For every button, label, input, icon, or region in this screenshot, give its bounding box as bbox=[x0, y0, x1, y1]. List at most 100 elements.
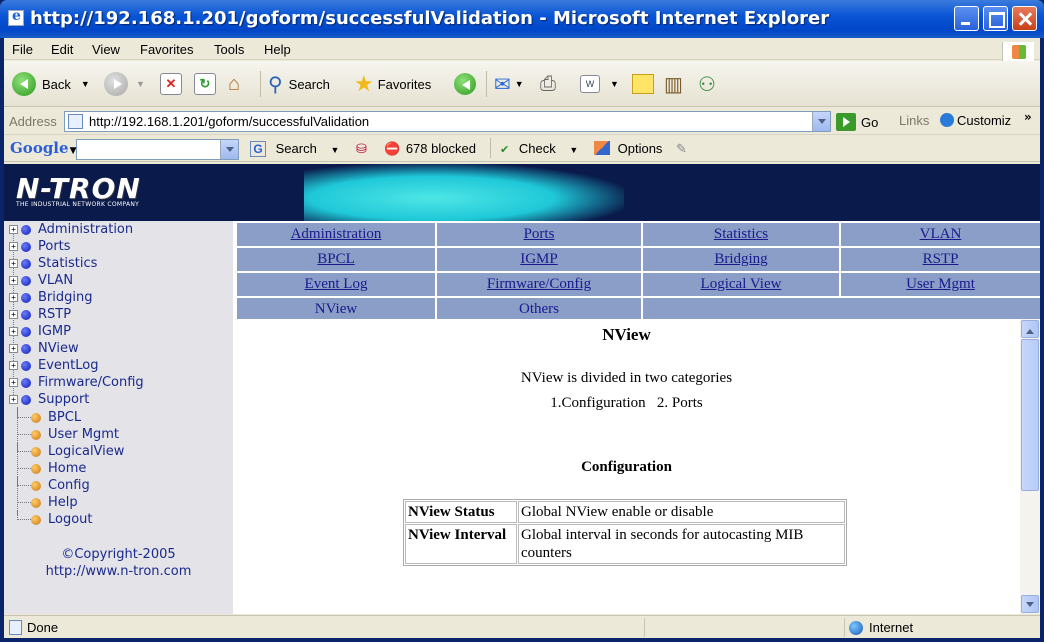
tree-label: Administration bbox=[38, 222, 134, 237]
google-search-dropdown-icon[interactable] bbox=[220, 140, 238, 159]
customize-link[interactable]: Customiz bbox=[940, 113, 1011, 128]
refresh-button[interactable]: ↻ bbox=[194, 70, 216, 98]
tree-item-administration[interactable]: + Administration bbox=[9, 221, 133, 238]
back-dropdown-icon[interactable]: ▼ bbox=[81, 79, 90, 89]
tree-item-nview[interactable]: + NView bbox=[9, 340, 79, 357]
options-button[interactable]: Options bbox=[594, 141, 662, 156]
tree-item-home[interactable]: Home bbox=[17, 460, 86, 477]
google-logo[interactable]: Google▼ bbox=[10, 139, 76, 157]
menu-help[interactable]: Help bbox=[264, 42, 291, 57]
tree-item-ports[interactable]: + Ports bbox=[9, 238, 71, 255]
website-link[interactable]: http://www.n-tron.com bbox=[4, 564, 233, 579]
tree-item-config[interactable]: Config bbox=[17, 477, 90, 494]
tree-item-logout[interactable]: Logout bbox=[17, 511, 93, 528]
edit-button[interactable]: W ▼ bbox=[580, 70, 619, 98]
forward-dropdown-icon[interactable]: ▼ bbox=[136, 79, 145, 89]
nav-event-log[interactable]: Event Log bbox=[237, 273, 435, 296]
menu-view[interactable]: View bbox=[92, 42, 120, 57]
nav-rstp[interactable]: RSTP bbox=[841, 248, 1040, 271]
nav-ports[interactable]: Ports bbox=[437, 223, 641, 246]
research-icon: ▥ bbox=[664, 73, 683, 96]
tree-item-bpcl[interactable]: BPCL bbox=[17, 409, 81, 426]
pagerank-icon[interactable]: ⛁ bbox=[356, 141, 367, 157]
address-url[interactable]: http://192.168.1.201/goform/successfulVa… bbox=[89, 114, 369, 129]
spellcheck-button[interactable]: ✔ Check ▼ bbox=[500, 141, 578, 156]
tree-item-help[interactable]: Help bbox=[17, 494, 78, 511]
address-dropdown-icon[interactable] bbox=[812, 112, 830, 131]
messenger-button[interactable]: ⚇ bbox=[698, 70, 716, 98]
nav-statistics[interactable]: Statistics bbox=[643, 223, 839, 246]
discuss-button[interactable] bbox=[632, 70, 654, 98]
expand-icon[interactable]: + bbox=[9, 225, 18, 234]
search-button[interactable]: ⚲ Search bbox=[268, 70, 330, 98]
expand-icon[interactable]: + bbox=[9, 344, 18, 353]
tree-item-user-mgmt[interactable]: User Mgmt bbox=[17, 426, 119, 443]
google-search-button[interactable]: G Search ▼ bbox=[250, 141, 339, 157]
menu-favorites[interactable]: Favorites bbox=[140, 42, 193, 57]
maximize-button[interactable] bbox=[983, 6, 1008, 31]
expand-icon[interactable]: + bbox=[9, 327, 18, 336]
nav-logical-view[interactable]: Logical View bbox=[643, 273, 839, 296]
expand-icon[interactable]: + bbox=[9, 259, 18, 268]
edit-dropdown-icon[interactable]: ▼ bbox=[610, 79, 619, 89]
expand-icon[interactable]: + bbox=[9, 242, 18, 251]
nav-firmware-config[interactable]: Firmware/Config bbox=[437, 273, 641, 296]
nav-nview[interactable]: NView bbox=[237, 298, 435, 321]
nav-others[interactable]: Others bbox=[437, 298, 641, 321]
check-dropdown-icon[interactable]: ▼ bbox=[569, 145, 578, 155]
google-search-dropdown-icon[interactable]: ▼ bbox=[330, 145, 339, 155]
home-button[interactable]: ⌂ bbox=[228, 70, 240, 98]
menu-edit[interactable]: Edit bbox=[51, 42, 73, 57]
nav-administration[interactable]: Administration bbox=[237, 223, 435, 246]
tree-item-support[interactable]: + Support bbox=[9, 391, 89, 408]
research-button[interactable]: ▥ bbox=[664, 70, 683, 98]
address-field[interactable]: http://192.168.1.201/goform/successfulVa… bbox=[64, 111, 831, 132]
toolbar-separator bbox=[486, 71, 487, 97]
tree-item-statistics[interactable]: + Statistics bbox=[9, 255, 97, 272]
tree-line bbox=[17, 477, 31, 486]
stop-button[interactable]: ✕ bbox=[160, 70, 182, 98]
scroll-down-icon[interactable] bbox=[1021, 595, 1039, 613]
close-button[interactable] bbox=[1012, 6, 1037, 31]
mail-dropdown-icon[interactable]: ▼ bbox=[515, 79, 524, 89]
tree-item-igmp[interactable]: + IGMP bbox=[9, 323, 71, 340]
expand-icon[interactable]: + bbox=[9, 378, 18, 387]
scroll-thumb[interactable] bbox=[1021, 339, 1039, 491]
back-button[interactable]: Back ▼ bbox=[12, 70, 90, 98]
tree-item-bridging[interactable]: + Bridging bbox=[9, 289, 92, 306]
menu-file[interactable]: File bbox=[12, 42, 33, 57]
vertical-scrollbar[interactable] bbox=[1020, 319, 1040, 614]
nav-bridging[interactable]: Bridging bbox=[643, 248, 839, 271]
history-button[interactable] bbox=[454, 70, 476, 98]
highlight-icon[interactable]: ✎ bbox=[676, 141, 687, 157]
tree-item-firmware-config[interactable]: + Firmware/Config bbox=[9, 374, 144, 391]
mail-button[interactable]: ✉ ▼ bbox=[494, 70, 524, 98]
tree-item-vlan[interactable]: + VLAN bbox=[9, 272, 73, 289]
menu-tools[interactable]: Tools bbox=[214, 42, 244, 57]
web-page: N-TRON THE INDUSTRIAL NETWORK COMPANY + A… bbox=[4, 164, 1040, 614]
google-search-input[interactable] bbox=[76, 139, 239, 160]
nav-bpcl[interactable]: BPCL bbox=[237, 248, 435, 271]
expand-icon[interactable]: + bbox=[9, 293, 18, 302]
print-button[interactable]: ⎙ bbox=[540, 70, 556, 98]
chevron-right-icon[interactable]: » bbox=[1024, 110, 1032, 124]
minimize-button[interactable] bbox=[954, 6, 979, 31]
tree-item-logicalview[interactable]: LogicalView bbox=[17, 443, 124, 460]
expand-icon[interactable]: + bbox=[9, 310, 18, 319]
tree-item-rstp[interactable]: + RSTP bbox=[9, 306, 71, 323]
nav-igmp[interactable]: IGMP bbox=[437, 248, 641, 271]
expand-icon[interactable]: + bbox=[9, 395, 18, 404]
nav-user-mgmt[interactable]: User Mgmt bbox=[841, 273, 1040, 296]
go-button[interactable]: Go bbox=[836, 112, 878, 132]
forward-button[interactable]: ▼ bbox=[104, 70, 145, 98]
scroll-up-icon[interactable] bbox=[1021, 320, 1039, 338]
links-label[interactable]: Links bbox=[899, 113, 929, 128]
expand-icon[interactable]: + bbox=[9, 276, 18, 285]
tree-label: EventLog bbox=[38, 358, 99, 373]
expand-icon[interactable]: + bbox=[9, 361, 18, 370]
nav-vlan[interactable]: VLAN bbox=[841, 223, 1040, 246]
tree-item-eventlog[interactable]: + EventLog bbox=[9, 357, 98, 374]
favorites-button[interactable]: ★ Favorites bbox=[354, 70, 431, 98]
security-zone[interactable]: Internet bbox=[849, 620, 913, 635]
popup-blocker-button[interactable]: ⛔ 678 blocked bbox=[384, 141, 476, 157]
